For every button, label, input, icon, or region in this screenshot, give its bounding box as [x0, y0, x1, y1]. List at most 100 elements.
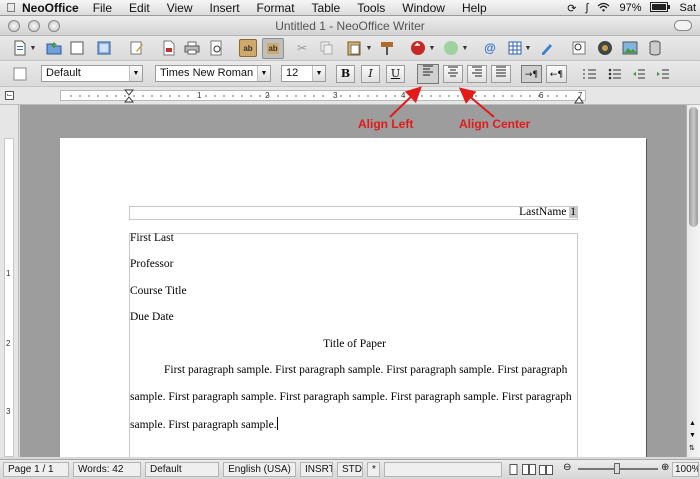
zoom-window-icon[interactable]: [48, 20, 60, 32]
menu-file[interactable]: File: [93, 1, 112, 15]
autospellcheck-icon[interactable]: ab: [262, 38, 284, 59]
scroll-down-icon[interactable]: ▼: [689, 432, 696, 439]
justify-button[interactable]: [491, 65, 511, 83]
menu-format[interactable]: Format: [257, 1, 295, 15]
zoom-slider-knob[interactable]: [614, 463, 620, 474]
clone-formatting-icon[interactable]: [378, 39, 396, 57]
italic-button[interactable]: I: [361, 65, 380, 83]
document-page[interactable]: LastName 1 First Last Professor Course T…: [60, 138, 646, 457]
two-page-view-icon[interactable]: [522, 464, 536, 475]
ruler-number: 3: [333, 91, 338, 100]
left-to-right-button[interactable]: →¶: [521, 65, 542, 83]
bullets-icon[interactable]: [606, 65, 624, 83]
clock[interactable]: Sat: [679, 2, 696, 14]
language-status[interactable]: English (USA): [223, 462, 296, 477]
navigator-icon[interactable]: [596, 39, 614, 57]
menu-tools[interactable]: Tools: [357, 1, 385, 15]
book-view-icon[interactable]: [539, 464, 553, 475]
ltr-icon: →¶: [524, 70, 539, 80]
vertical-ruler[interactable]: 1 2 3: [0, 105, 19, 457]
draw-functions-icon[interactable]: [538, 39, 556, 57]
chevron-down-icon[interactable]: ▼: [257, 66, 270, 81]
page-nav-icon[interactable]: ⇅: [689, 444, 695, 452]
insert-mode-status[interactable]: INSRT: [300, 462, 333, 477]
vertical-scrollbar[interactable]: ▲ ▼ ⇅: [686, 105, 700, 457]
zoom-slider[interactable]: [578, 463, 658, 474]
zoom-out-icon[interactable]: ⊖: [563, 462, 571, 473]
sync-icon[interactable]: ⟳: [567, 2, 576, 15]
edit-file-icon[interactable]: [128, 39, 146, 57]
menu-insert[interactable]: Insert: [210, 1, 240, 15]
cut-icon[interactable]: ✂: [293, 39, 311, 57]
save-icon[interactable]: [68, 39, 86, 57]
battery-percent[interactable]: 97%: [619, 2, 641, 14]
styles-formatting-icon[interactable]: [11, 65, 29, 83]
chevron-down-icon[interactable]: ▼: [312, 66, 325, 81]
paragraph-style-select[interactable]: Default ▼: [41, 65, 143, 82]
data-sources-icon[interactable]: [646, 39, 664, 57]
undo-icon[interactable]: [409, 39, 427, 57]
selection-mode-status[interactable]: STD: [337, 462, 363, 477]
zoom-level[interactable]: 100%: [672, 462, 699, 477]
page-preview-icon[interactable]: [207, 39, 225, 57]
redo-icon[interactable]: [442, 39, 460, 57]
apple-menu-icon[interactable]: : [0, 0, 22, 15]
text-body[interactable]: First Last Professor Course Title Due Da…: [129, 232, 578, 457]
redo-dropdown-icon[interactable]: ▼: [461, 39, 469, 57]
first-line-indent-marker[interactable]: [123, 89, 135, 106]
ruler-number: 5: [469, 91, 474, 100]
align-right-button[interactable]: [467, 65, 487, 83]
menu-window[interactable]: Window: [402, 1, 445, 15]
horizontal-ruler[interactable]: ⌙ 1 2 3 4 5 6 7: [0, 87, 700, 105]
increase-indent-icon[interactable]: [654, 65, 672, 83]
export-pdf-icon[interactable]: [160, 39, 178, 57]
page-status[interactable]: Page 1 / 1: [3, 462, 69, 477]
wifi-icon[interactable]: [597, 2, 610, 15]
menu-view[interactable]: View: [167, 1, 193, 15]
bold-button[interactable]: B: [336, 65, 355, 83]
undo-dropdown-icon[interactable]: ▼: [428, 39, 436, 57]
battery-icon[interactable]: [650, 1, 671, 15]
font-name-select[interactable]: Times New Roman ▼: [155, 65, 271, 82]
word-count[interactable]: Words: 42: [73, 462, 141, 477]
right-to-left-button[interactable]: ←¶: [546, 65, 567, 83]
menu-app-name[interactable]: NeoOffice: [22, 1, 79, 15]
copy-icon[interactable]: [318, 39, 336, 57]
menu-help[interactable]: Help: [462, 1, 487, 15]
table-dropdown-icon[interactable]: ▼: [524, 39, 532, 57]
underline-button[interactable]: U: [386, 65, 405, 83]
close-window-icon[interactable]: [8, 20, 20, 32]
paste-icon[interactable]: [345, 39, 363, 57]
table-icon[interactable]: [506, 39, 524, 57]
zoom-in-icon[interactable]: ⊕: [661, 462, 669, 473]
save-as-icon[interactable]: [95, 39, 113, 57]
align-center-button[interactable]: [443, 65, 463, 83]
new-document-icon[interactable]: [11, 39, 29, 57]
font-size-select[interactable]: 12 ▼: [281, 65, 326, 82]
new-dropdown-icon[interactable]: ▼: [29, 39, 37, 57]
page-style-status[interactable]: Default: [145, 462, 219, 477]
bluetooth-icon[interactable]: ∫: [585, 2, 588, 14]
scroll-up-icon[interactable]: ▲: [689, 420, 696, 427]
find-replace-icon[interactable]: [570, 39, 588, 57]
gallery-icon[interactable]: [621, 39, 639, 57]
align-left-button[interactable]: [417, 64, 439, 84]
tab-stop-selector[interactable]: ⌙: [5, 91, 14, 100]
numbering-icon[interactable]: [581, 65, 599, 83]
menu-edit[interactable]: Edit: [129, 1, 150, 15]
hyperlink-icon[interactable]: @: [481, 39, 499, 57]
open-icon[interactable]: [45, 39, 63, 57]
menu-table[interactable]: Table: [312, 1, 341, 15]
paste-dropdown-icon[interactable]: ▼: [365, 39, 373, 57]
toolbar-toggle-icon[interactable]: [674, 20, 692, 31]
document-modified-status[interactable]: *: [367, 462, 380, 477]
minimize-window-icon[interactable]: [28, 20, 40, 32]
document-area[interactable]: LastName 1 First Last Professor Course T…: [20, 105, 686, 457]
single-page-view-icon[interactable]: [508, 464, 519, 475]
page-header[interactable]: LastName 1: [129, 206, 578, 220]
scrollbar-thumb[interactable]: [689, 107, 698, 227]
chevron-down-icon[interactable]: ▼: [129, 66, 142, 81]
decrease-indent-icon[interactable]: [630, 65, 648, 83]
spellcheck-icon[interactable]: ab: [239, 39, 257, 57]
print-icon[interactable]: [183, 39, 201, 57]
